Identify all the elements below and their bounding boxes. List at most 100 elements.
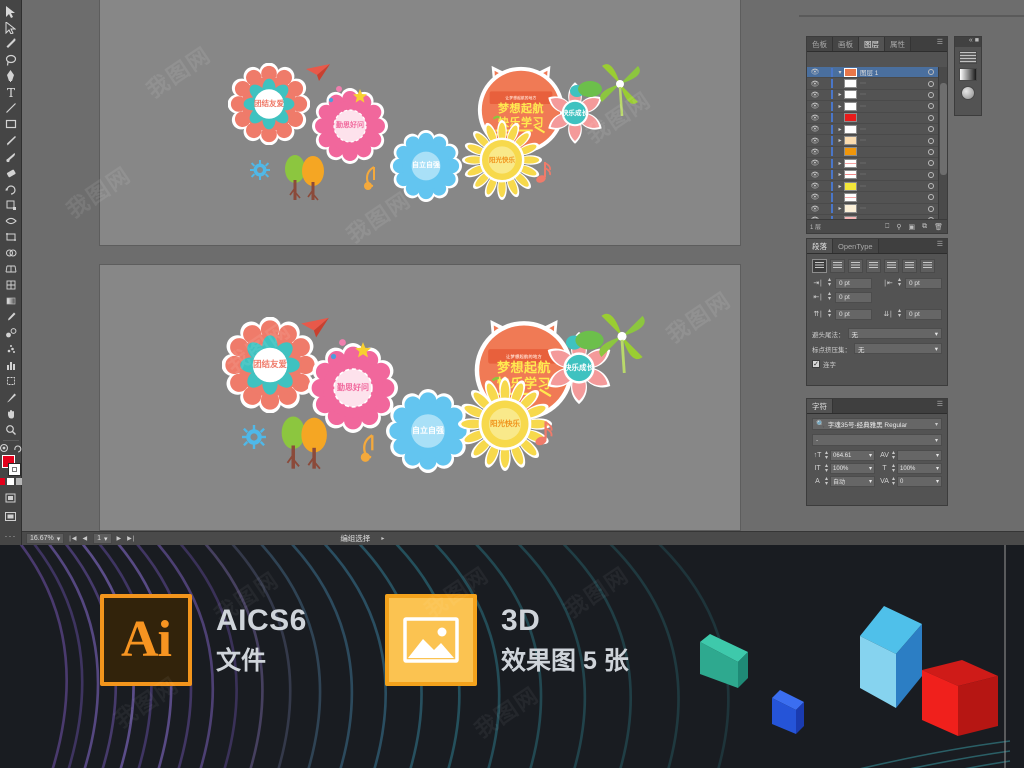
layers-list[interactable]: 👁 ▾ 图层 1 👁 ⋯ 👁 ▸ ⋯ 👁 ▸ ⋯ 👁 👁 ▸ ⋯ 👁 ▸ ⋯ 👁 👁 ▸ ⋯ 👁 ▸ ⋯ … [807, 67, 938, 219]
color-swatch-icon[interactable] [0, 477, 5, 485]
selection-tool[interactable] [1, 4, 21, 20]
align-center-button[interactable] [830, 259, 845, 273]
paragraph-panel[interactable]: 段落 OpenType ☰ ⇥∣ ▴ ▾ 0 pt ∣⇤ ▴ ▾ 0 pt ⇤∣… [806, 238, 948, 386]
chevron-right-icon[interactable]: ▸ [836, 103, 844, 110]
rotate-tool[interactable] [1, 181, 21, 197]
layers-panel[interactable]: 色板 画板 图层 属性 ☰ 👁 ▾ 图层 1 👁 ⋯ 👁 ▸ ⋯ 👁 ▸ ⋯ 👁 👁 ▸ ⋯ … [806, 36, 948, 234]
panel-menu-icon[interactable]: ☰ [937, 38, 943, 46]
type-tool[interactable]: T [1, 84, 21, 100]
artboard-tool[interactable] [1, 373, 21, 389]
character-panel-tabs[interactable]: 字符 ☰ [807, 399, 947, 414]
stepper-icon[interactable]: ▴ ▾ [898, 277, 901, 288]
table-row[interactable]: 👁 ▸ ⋯ [807, 204, 938, 216]
target-circle-icon[interactable] [928, 171, 934, 178]
chevron-down-icon[interactable]: ▾ [935, 437, 938, 444]
shape-builder-tool[interactable] [1, 245, 21, 261]
table-row[interactable]: 👁 ▸ ⋯ [807, 170, 938, 181]
paragraph-align-buttons[interactable] [807, 254, 947, 276]
visibility-eye-icon[interactable]: 👁 [809, 171, 821, 179]
chevron-down-icon[interactable]: ▾ [935, 330, 938, 338]
free-transform-tool[interactable] [1, 229, 21, 245]
indent-row-1[interactable]: ⇥∣ ▴ ▾ 0 pt ∣⇤ ▴ ▾ 0 pt [807, 276, 947, 290]
table-row[interactable]: 👁 ▸ ⋯ [807, 124, 938, 136]
hyphenate-row[interactable]: ✓ 连字 [807, 356, 947, 372]
stepper-icon[interactable]: ▴ ▾ [892, 463, 895, 474]
new-sublayer-icon[interactable]: ▣ [908, 223, 915, 231]
visibility-eye-icon[interactable]: 👁 [809, 205, 821, 213]
artboard-number-select[interactable]: 1 ▾ [93, 533, 112, 544]
color-mode-swatches[interactable] [0, 477, 23, 485]
target-circle-icon[interactable] [928, 103, 934, 110]
table-row[interactable]: 👁 ▸ ⋯ [807, 101, 938, 113]
chevron-down-icon[interactable]: ▾ [836, 69, 844, 76]
chevron-down-icon[interactable]: ▾ [869, 452, 872, 459]
table-row[interactable]: 👁 [807, 147, 938, 159]
mini-dock-header[interactable]: « ■ [955, 37, 981, 47]
justify-last-center-button[interactable] [884, 259, 899, 273]
blob-brush-tool[interactable] [1, 149, 21, 165]
stepper-icon[interactable]: ▴ ▾ [828, 291, 831, 302]
make-sublayer-icon[interactable]: ⚲ [896, 223, 901, 231]
drawing-mode-icon[interactable] [1, 490, 21, 506]
chevron-right-icon[interactable]: ▸ [836, 137, 844, 144]
horizontal-scale-field[interactable]: T ▴ ▾ 100% ▾ [879, 463, 942, 474]
pen-tool[interactable] [1, 68, 21, 84]
make-clipping-mask-icon[interactable]: ⎕ [885, 223, 889, 231]
visibility-eye-icon[interactable]: 👁 [809, 137, 821, 145]
indent-right-field[interactable]: 0 pt [905, 277, 942, 289]
screen-mode-icon[interactable] [1, 509, 21, 525]
kinsoku-row[interactable]: 避头尾法： 无 ▾ [807, 326, 947, 341]
new-layer-icon[interactable]: ⧉ [922, 223, 927, 231]
canvas-area[interactable]: 团结友爱 勤思好问 让梦想起航的地方 梦想起航 快乐学习 自立自强 阳光快乐 快… [22, 0, 792, 531]
target-circle-icon[interactable] [928, 194, 934, 201]
target-circle-icon[interactable] [928, 91, 934, 98]
chevron-down-icon[interactable]: ▾ [935, 345, 938, 353]
stepper-icon[interactable]: ▴ ▾ [828, 308, 831, 319]
tab-character[interactable]: 字符 [807, 399, 833, 413]
flower-zili-ziqiang[interactable]: 自立自强 [390, 130, 462, 202]
eyedropper-tool[interactable] [1, 309, 21, 325]
perspective-grid-tool[interactable] [1, 261, 21, 277]
indent-first-line-row[interactable]: ⇤∣ ▴ ▾ 0 pt [807, 290, 877, 304]
chevron-down-icon[interactable]: ▾ [936, 465, 939, 472]
target-circle-icon[interactable] [928, 205, 934, 212]
artboard-nav-last[interactable]: ▶| [127, 535, 135, 542]
delete-layer-icon[interactable]: 🗑 [934, 223, 943, 231]
chevron-right-icon[interactable]: ▸ [836, 171, 844, 178]
direct-selection-tool[interactable] [1, 20, 21, 36]
visibility-eye-icon[interactable]: 👁 [809, 193, 821, 201]
panel-menu-icon[interactable]: ■ [975, 37, 979, 47]
visibility-eye-icon[interactable]: 👁 [809, 148, 821, 156]
line-segment-tool[interactable] [1, 100, 21, 116]
stepper-icon[interactable]: ▴ ▾ [828, 277, 831, 288]
gradient-swatch-icon[interactable] [7, 477, 14, 485]
align-right-button[interactable] [848, 259, 863, 273]
kinsoku-select[interactable]: 无 ▾ [847, 328, 942, 339]
visibility-eye-icon[interactable]: 👁 [809, 182, 821, 190]
visibility-eye-icon[interactable]: 👁 [809, 159, 821, 167]
font-family-select[interactable]: 🔍 字魂35号-经典雅黑 Regular ▾ [812, 418, 942, 430]
space-before-field[interactable]: 0 pt [835, 308, 872, 320]
collapse-icon[interactable]: « [969, 37, 973, 47]
hand-tool[interactable] [1, 406, 21, 422]
stepper-icon[interactable]: ▴ ▾ [825, 463, 828, 474]
tab-paragraph[interactable]: 段落 [807, 239, 833, 253]
table-row[interactable]: 👁 ⋯ [807, 78, 938, 90]
magic-wand-tool[interactable] [1, 36, 21, 52]
space-after-field[interactable]: 0 pt [905, 308, 942, 320]
eraser-tool[interactable] [1, 165, 21, 181]
tools-panel[interactable]: T ··· [0, 0, 23, 545]
panel-menu-icon[interactable]: ☰ [937, 240, 943, 248]
stepper-icon[interactable]: ▴ ▾ [825, 476, 828, 487]
stepper-icon[interactable]: ▴ ▾ [898, 308, 901, 319]
mesh-tool[interactable] [1, 277, 21, 293]
blend-tool[interactable] [1, 325, 21, 341]
chevron-right-icon[interactable]: ▸ [836, 205, 844, 212]
target-circle-icon[interactable] [928, 69, 934, 76]
zoom-level-select[interactable]: 16.67% ▾ [26, 533, 65, 544]
zoom-tool[interactable] [1, 422, 21, 438]
space-row[interactable]: ⇈∣ ▴ ▾ 0 pt ⇊∣ ▴ ▾ 0 pt [807, 307, 947, 321]
leading-field[interactable]: A ▴ ▾ 自动 ▾ [812, 476, 875, 487]
artboard-nav-prev[interactable]: ◀ [82, 535, 88, 542]
layers-scrollbar[interactable] [938, 67, 947, 219]
